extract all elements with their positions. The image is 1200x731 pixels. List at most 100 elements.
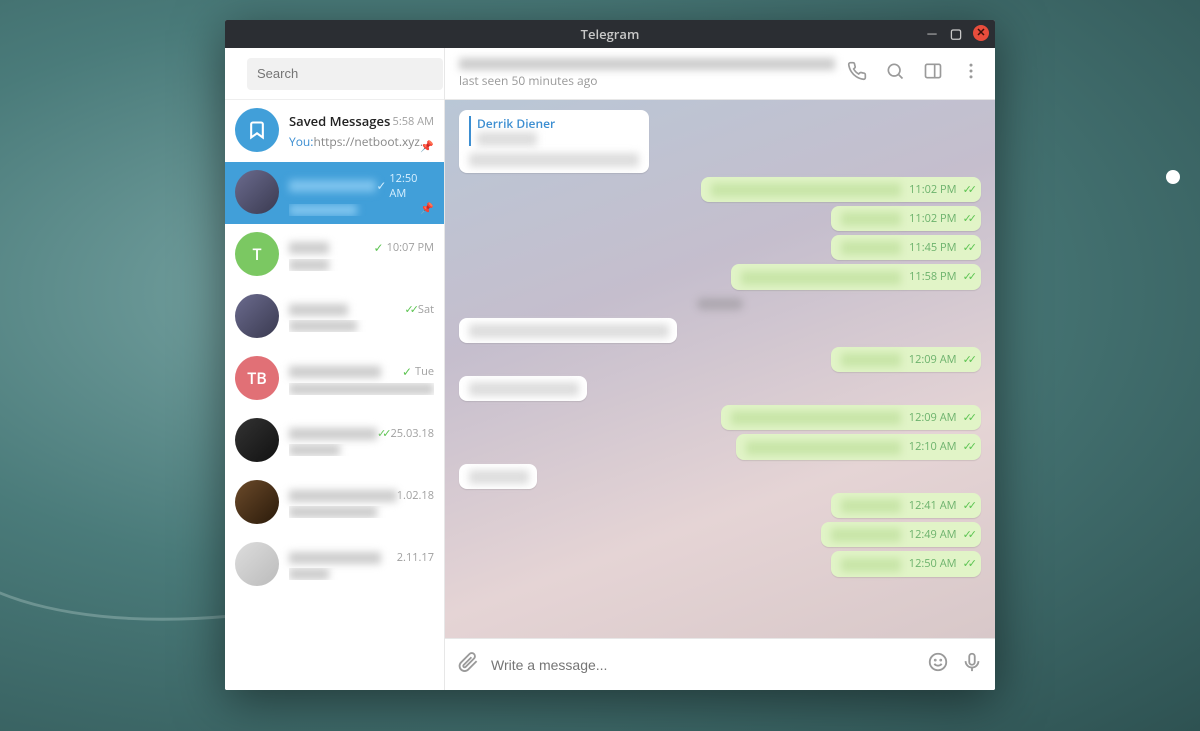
read-check-icon: ✓✓ [963,353,973,367]
chat-item-preview: ██████ [289,444,434,456]
sidebar-toggle-icon[interactable] [923,61,943,86]
message-time: 12:50 AM [909,557,957,571]
message-bubble-in[interactable] [459,464,537,489]
chat-item-time: ✓ 10:07 PM [374,239,434,256]
message-bubble-out[interactable]: 11:45 PM ✓✓ [831,235,981,260]
emoji-icon[interactable] [927,651,949,678]
window-title: Telegram [581,25,640,43]
chat-list-item[interactable]: Saved Messages 5:58 AM You: https://netb… [225,100,444,162]
message-time: 11:45 PM [909,241,956,255]
chat-item-preview: ████ ██████ [289,506,434,518]
message-input[interactable] [491,657,915,673]
message-time: 11:58 PM [909,270,956,284]
chat-panel: ██████████ last seen 50 minutes ago Derr… [445,48,995,690]
read-check-icon: ✓✓ [963,557,973,571]
minimize-button[interactable]: ─ [925,26,939,40]
chat-item-name: ██████ ████ ████ [289,490,397,502]
titlebar[interactable]: Telegram ─ ▢ ✕ [225,20,995,48]
message-time: 11:02 PM [909,183,956,197]
chat-item-name: ███ [289,242,329,254]
avatar [235,170,279,214]
bookmark-icon [235,108,279,152]
message-time: 12:09 AM [909,411,957,425]
composer [445,638,995,690]
read-check-icon: ✓✓ [963,241,973,255]
chat-item-preview: You: https://netboot.xyz... [289,133,434,150]
message-bubble-out[interactable]: 11:58 PM ✓✓ [731,264,981,289]
chat-item-preview: ███ [289,568,434,580]
message-bubble-out[interactable]: 11:02 PM ✓✓ [831,206,981,231]
chat-list-item[interactable]: ██████ ████ ████ 1.02.18 ████ ██████ [225,472,444,534]
call-icon[interactable] [847,61,867,86]
message-time: 12:09 AM [909,353,957,367]
read-check-icon: ✓✓ [963,499,973,513]
pin-icon: 📌 [420,139,434,154]
message-bubble-out[interactable]: 12:09 AM ✓✓ [831,347,981,372]
read-check-icon: ✓✓ [963,212,973,226]
search-icon[interactable] [885,61,905,86]
chat-item-preview: ████████ [289,204,434,216]
chat-item-name: ███ ███ [289,304,348,316]
app-window: Telegram ─ ▢ ✕ Saved Messages 5:58 AM Yo… [225,20,995,690]
date-separator: ███ [697,298,743,310]
chat-item-time: 5:58 AM [393,114,434,129]
chat-list-item[interactable]: ████ ██████ ✓✓ 25.03.18 ██████ [225,410,444,472]
sidebar: Saved Messages 5:58 AM You: https://netb… [225,48,445,690]
read-check-icon: ✓✓ [963,528,973,542]
chat-list-item[interactable]: ██████████ 2.11.17 ███ [225,534,444,596]
read-check-icon: ✓✓ [963,183,973,197]
read-check-icon: ✓✓ [963,411,973,425]
chat-list: Saved Messages 5:58 AM You: https://netb… [225,100,444,690]
avatar: TB [235,356,279,400]
close-button[interactable]: ✕ [973,25,989,41]
message-time: 11:02 PM [909,212,956,226]
avatar [235,542,279,586]
message-area[interactable]: Derrik Diener11:02 PM✓✓11:02 PM✓✓11:45 P… [445,100,995,638]
chat-item-time: ✓✓ Sat [404,302,434,317]
chat-header-info[interactable]: ██████████ last seen 50 minutes ago [459,58,835,89]
chat-list-item[interactable]: ███ ███ ✓✓ Sat ████████ [225,286,444,348]
chat-item-name: ██████████ [289,366,381,378]
chat-list-item[interactable]: ██████████ ✓ 12:50 AM ████████ 📌 [225,162,444,224]
menu-icon[interactable] [233,60,241,88]
message-bubble-in[interactable]: Derrik Diener [459,110,649,173]
pin-icon: 📌 [420,201,434,216]
search-input[interactable] [247,58,443,90]
message-bubble-out[interactable]: 12:10 AM✓✓ [736,434,981,459]
chat-item-time: ✓✓ 25.03.18 [377,426,434,441]
chat-list-item[interactable]: T ███ ✓ 10:07 PM ██ [225,224,444,286]
message-bubble-out[interactable]: 12:50 AM ✓✓ [831,551,981,576]
attach-icon[interactable] [457,651,479,678]
chat-item-preview: ████████ [289,320,434,332]
reply-author: Derrik Diener [477,116,639,132]
message-time: 12:41 AM [909,499,957,513]
chat-item-preview: ██ [289,259,434,271]
chat-item-time: 2.11.17 [397,550,434,565]
chat-title: ██████████ [459,58,835,70]
maximize-button[interactable]: ▢ [949,26,963,40]
avatar [235,294,279,338]
message-bubble-out[interactable]: 12:09 AM ✓✓ [721,405,981,430]
chat-list-item[interactable]: TB ██████████ ✓ Tue ████████████████████ [225,348,444,410]
avatar: T [235,232,279,276]
chat-item-name: ██████████ [289,180,376,192]
chat-item-preview: ████████████████████ [289,383,434,395]
message-bubble-out[interactable]: 12:41 AM ✓✓ [831,493,981,518]
chat-item-time: ✓ Tue [402,363,434,380]
message-bubble-in[interactable] [459,318,677,343]
chat-item-time: ✓ 12:50 AM [376,171,434,201]
message-bubble-in[interactable] [459,376,587,401]
chat-header: ██████████ last seen 50 minutes ago [445,48,995,100]
voice-icon[interactable] [961,651,983,678]
chat-item-name: Saved Messages [289,112,390,130]
message-time: 12:49 AM [909,528,957,542]
chat-item-time: 1.02.18 [397,488,434,503]
more-icon[interactable] [961,61,981,86]
chat-item-name: ████ ██████ [289,428,377,440]
message-bubble-out[interactable]: 11:02 PM ✓✓ [701,177,981,202]
chat-item-name: ██████████ [289,552,381,564]
read-check-icon: ✓✓ [963,270,973,284]
message-bubble-out[interactable]: 12:49 AM ✓✓ [821,522,981,547]
read-check-icon: ✓✓ [963,440,973,454]
avatar [235,480,279,524]
